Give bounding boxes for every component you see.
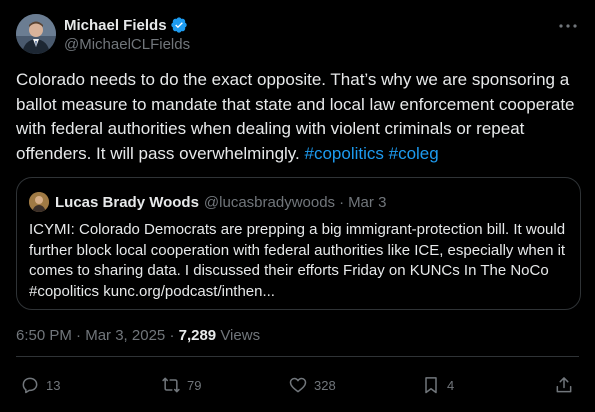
tweet-header: Michael Fields @MichaelCLFields bbox=[16, 14, 579, 56]
repost-count: 79 bbox=[187, 377, 202, 393]
divider bbox=[16, 356, 579, 357]
bookmark-icon bbox=[425, 377, 437, 394]
hashtag-link[interactable]: #copolitics bbox=[305, 144, 384, 163]
share-icon bbox=[556, 377, 572, 393]
author-avatar[interactable] bbox=[16, 14, 56, 54]
separator-dot: · bbox=[76, 327, 82, 344]
quoted-author-handle: @lucasbradywoods bbox=[203, 193, 336, 211]
tweet-meta: 6:50 PM · Mar 3, 2025 · 7,289 Views bbox=[16, 327, 260, 344]
quoted-author-name: Lucas Brady Woods bbox=[55, 193, 199, 211]
hashtag-link[interactable]: #coleg bbox=[389, 144, 439, 163]
tweet-text: Colorado needs to do the exact opposite.… bbox=[16, 70, 575, 163]
views-count: 7,289 bbox=[178, 327, 217, 344]
quoted-author-avatar bbox=[29, 192, 49, 212]
bookmark-count: 4 bbox=[447, 377, 455, 393]
profile-photo-icon bbox=[16, 14, 56, 54]
reply-icon bbox=[22, 377, 38, 394]
quoted-tweet-date: Mar 3 bbox=[348, 193, 387, 211]
repost-button[interactable]: 79 bbox=[161, 370, 201, 400]
quoted-tweet[interactable]: Lucas Brady Woods @lucasbradywoods · Mar… bbox=[16, 177, 581, 310]
separator-dot: · bbox=[169, 327, 175, 344]
action-bar: 13 79 328 4 bbox=[16, 370, 579, 400]
views-label: Views bbox=[220, 327, 261, 344]
verified-badge-icon[interactable] bbox=[170, 16, 188, 34]
share-button[interactable] bbox=[554, 370, 574, 400]
reply-button[interactable]: 13 bbox=[20, 370, 60, 400]
tweet-date[interactable]: Mar 3, 2025 bbox=[85, 327, 165, 344]
quoted-tweet-text: ICYMI: Colorado Democrats are prepping a… bbox=[29, 221, 566, 300]
separator-dot: · bbox=[339, 193, 345, 211]
bookmark-button[interactable]: 4 bbox=[421, 370, 454, 400]
heart-icon bbox=[289, 377, 307, 393]
profile-photo-icon bbox=[29, 192, 49, 212]
reply-count: 13 bbox=[46, 377, 61, 393]
tweet-body: Colorado needs to do the exact opposite.… bbox=[16, 68, 582, 166]
tweet-time[interactable]: 6:50 PM bbox=[16, 327, 72, 344]
quoted-tweet-header: Lucas Brady Woods @lucasbradywoods · Mar… bbox=[29, 192, 386, 212]
author-names: Michael Fields @MichaelCLFields bbox=[64, 15, 190, 54]
like-count: 328 bbox=[314, 377, 336, 393]
author-display-name[interactable]: Michael Fields bbox=[64, 17, 167, 34]
like-button[interactable]: 328 bbox=[288, 370, 336, 400]
author-handle[interactable]: @MichaelCLFields bbox=[64, 36, 190, 53]
repost-icon bbox=[162, 377, 180, 393]
more-options-icon[interactable] bbox=[557, 18, 579, 34]
